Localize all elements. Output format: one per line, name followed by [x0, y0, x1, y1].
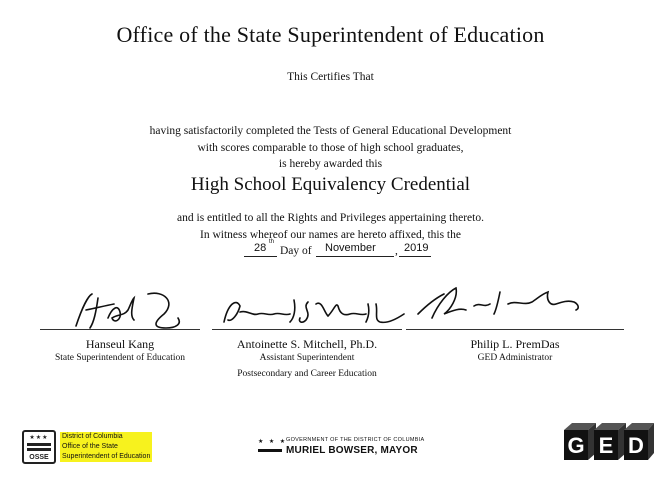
osse-name: District of Columbia Office of the State…	[60, 432, 153, 462]
signature-line-1	[40, 329, 200, 330]
body-line-3: is hereby awarded this	[278, 158, 383, 170]
day-suffix: th	[269, 239, 275, 245]
month-value: November	[325, 242, 376, 254]
day-underline	[244, 256, 277, 257]
year-value: 2019	[404, 242, 429, 254]
osse-logo: ★★★ OSSE	[22, 430, 56, 464]
flag-bar	[27, 443, 51, 446]
signatory-1-role: State Superintendent of Education	[54, 353, 186, 363]
body-line-2: with scores comparable to those of high …	[197, 142, 464, 154]
osse-name-line-1: District of Columbia	[62, 433, 123, 440]
ged-letter-g: G	[567, 433, 584, 458]
osse-name-line-2: Office of the State	[62, 443, 118, 450]
signatory-3-name: Philip L. PremDas	[470, 337, 560, 351]
flag-bar	[27, 448, 51, 451]
ged-letter-e: E	[599, 433, 614, 458]
day-of-label: Day of	[280, 245, 312, 257]
signature-premdas	[417, 286, 579, 319]
body-line-4: and is entitled to all the Rights and Pr…	[177, 212, 484, 224]
body-line-5: In witness whereof our names are hereto …	[199, 229, 461, 241]
date-comma: ,	[395, 245, 398, 257]
body-line-1: having satisfactorily completed the Test…	[149, 125, 512, 137]
signatory-2-name: Antoinette S. Mitchell, Ph.D.	[236, 337, 378, 351]
signature-kang	[75, 292, 181, 329]
gov-mayor-text: MURIEL BOWSER, MAYOR	[286, 445, 418, 456]
credential-title: High School Equivalency Credential	[190, 174, 471, 195]
signatory-3-role: GED Administrator	[477, 353, 553, 363]
year-underline	[399, 256, 431, 257]
osse-name-line-3: Superintendent of Education	[62, 453, 151, 460]
month-underline	[316, 256, 394, 257]
certificate-page: Office of the State Superintendent of Ed…	[0, 0, 661, 481]
signatory-2-role-2: Postsecondary and Career Education	[237, 369, 377, 379]
osse-logo-label: OSSE	[29, 454, 49, 461]
flag-bar	[258, 449, 282, 452]
signature-line-2	[212, 329, 402, 330]
signature-mitchell	[223, 299, 405, 324]
ged-letter-d: D	[628, 433, 644, 458]
signatory-1-name: Hanseul Kang	[85, 337, 155, 351]
certificate-title: Office of the State Superintendent of Ed…	[116, 22, 545, 47]
signatory-2-role: Assistant Superintendent	[259, 353, 355, 363]
day-value: 28	[254, 242, 267, 254]
signature-line-3	[406, 329, 624, 330]
certifies-line: This Certifies That	[287, 71, 374, 83]
star-icon: ★ ★ ★	[258, 439, 288, 445]
ged-logo: G E D	[564, 423, 654, 460]
gov-small-text: GOVERNMENT OF THE DISTRICT OF COLUMBIA	[286, 437, 425, 443]
star-icon: ★★★	[29, 435, 49, 441]
